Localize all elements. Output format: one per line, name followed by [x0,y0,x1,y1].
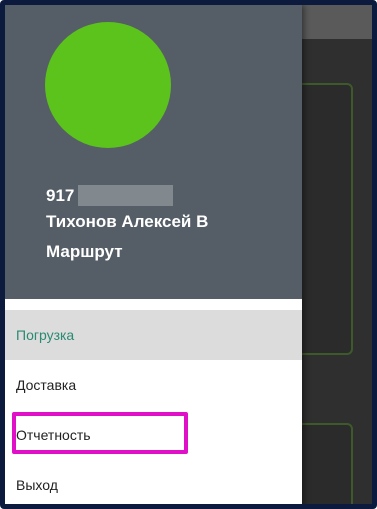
menu-item-exit[interactable]: Выход [5,460,302,504]
menu-item-delivery[interactable]: Доставка [5,360,302,410]
menu-item-label: Выход [16,477,58,493]
phone-number-redaction [78,185,173,206]
menu-item-reports[interactable]: Отчетность [5,410,302,460]
menu-item-label: Доставка [16,377,77,393]
user-name: Тихонов Алексей В [46,212,209,231]
route-label[interactable]: Маршрут [46,241,123,263]
navigation-drawer: 917 Тихонов Алексей В Маршрут Погрузка Д… [5,5,302,504]
phone-number: 917 [46,186,75,205]
menu-item-loading[interactable]: Погрузка [5,310,302,360]
avatar [45,22,171,148]
device-frame: 917 Тихонов Алексей В Маршрут Погрузка Д… [0,0,377,509]
menu-item-label: Погрузка [16,327,75,343]
drawer-menu: Погрузка Доставка Отчетность Выход [5,310,302,504]
menu-item-label: Отчетность [16,427,91,443]
drawer-header: 917 Тихонов Алексей В Маршрут [5,5,302,299]
